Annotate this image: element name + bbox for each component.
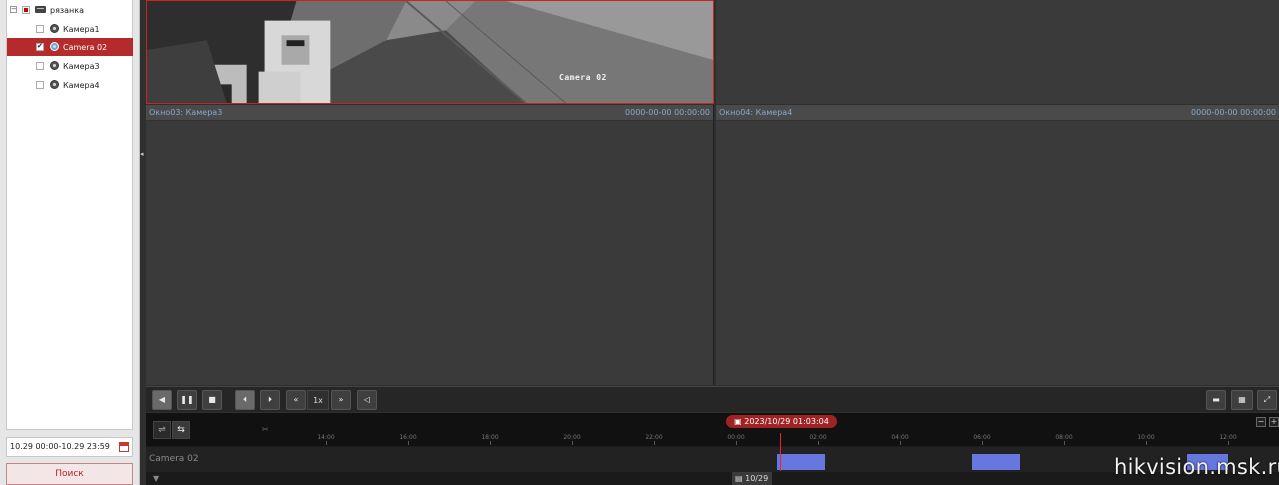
tree-root-row[interactable]: − рязанка (7, 1, 133, 19)
date-range-field[interactable]: 10.29 00:00-10.29 23:59 (6, 437, 133, 457)
playback-control-bar: ◀ ❚❚ ■ ⏴ ⏵ « 1x » ◁ ▬ ▦ ⤢ (146, 386, 1279, 412)
camera-label: Camera 02 (63, 42, 108, 52)
camera-image (147, 1, 713, 103)
window-header: Окно04: Камера4 0000-00-00 00:00:00 (716, 105, 1279, 121)
camera-checkbox[interactable] (36, 81, 44, 89)
collapse-panel-icon[interactable]: ◂ (140, 150, 145, 164)
window-timestamp: 0000-00-00 00:00:00 (625, 108, 710, 117)
window-title: Окно03: Камера3 (149, 108, 223, 117)
camera-checkbox[interactable] (36, 25, 44, 33)
tick-label: 08:00 (1055, 434, 1073, 441)
camera-icon (50, 24, 59, 33)
window-title: Окно04: Камера4 (719, 108, 793, 117)
tick-label: 12:00 (1219, 434, 1237, 441)
window-timestamp: 0000-00-00 00:00:00 (1191, 108, 1276, 117)
date-tab-text: 10/29 (745, 474, 769, 483)
camera-label: Камера4 (63, 80, 100, 90)
tick-label: 18:00 (481, 434, 499, 441)
camera-checkbox[interactable] (36, 42, 44, 51)
camera-tree: − рязанка Камера1 Camera 02 Камера3 (6, 0, 133, 430)
video-window-4[interactable]: Окно04: Камера4 0000-00-00 00:00:00 (716, 105, 1279, 385)
scissors-icon[interactable]: ✂ (262, 425, 269, 434)
search-button[interactable]: Поиск (6, 463, 133, 485)
camera-icon (50, 42, 59, 51)
tick-mark (490, 441, 491, 445)
zoom-in-icon[interactable]: + (1269, 417, 1279, 427)
camera-icon (50, 80, 59, 89)
recording-block[interactable] (777, 454, 825, 470)
camera-label: Камера1 (63, 24, 100, 34)
step-forward-button[interactable]: ⏵ (260, 390, 280, 410)
playback-app: − рязанка Камера1 Camera 02 Камера3 (0, 0, 1279, 485)
tick-label: 02:00 (809, 434, 827, 441)
timeline[interactable]: ⇌ ⇆ ✂ ▣ 2023/10/29 01:03:04 14:00 16:00 18… (146, 413, 1279, 485)
tick-mark (736, 441, 737, 445)
timeline-mode-icon[interactable]: ⇌ (153, 421, 171, 439)
tick-mark (900, 441, 901, 445)
zoom-out-icon[interactable]: − (1256, 417, 1266, 427)
speed-up-button[interactable]: » (331, 390, 351, 410)
pause-button[interactable]: ❚❚ (177, 390, 197, 410)
stop-button[interactable]: ■ (202, 390, 222, 410)
video-window-2[interactable] (716, 0, 1279, 104)
nvr-device-icon (35, 6, 46, 13)
tick-label: 22:00 (645, 434, 663, 441)
tick-mark (982, 441, 983, 445)
current-time-pill: ▣ 2023/10/29 01:03:04 (726, 415, 837, 428)
tick-label: 00:00 (727, 434, 745, 441)
calendar-icon: ▤ (735, 474, 746, 483)
camera-capture-icon[interactable]: ▬ (1206, 390, 1226, 410)
fullscreen-icon[interactable]: ⤢ (1257, 390, 1277, 410)
volume-icon[interactable]: ◁ (357, 390, 377, 410)
calendar-icon[interactable] (119, 442, 129, 452)
watermark: hikvision.msk.ru (1114, 455, 1279, 479)
tick-mark (1228, 441, 1229, 445)
filter-icon[interactable]: ▼ (153, 474, 159, 483)
timeline-track[interactable]: Camera 02 (146, 447, 1279, 472)
layout-icon[interactable]: ▦ (1231, 390, 1253, 410)
speed-indicator: 1x (307, 390, 329, 410)
tree-camera-row-selected[interactable]: Camera 02 (7, 38, 133, 56)
slow-down-button[interactable]: « (286, 390, 306, 410)
camera-label: Камера3 (63, 61, 100, 71)
left-panel: − рязанка Камера1 Camera 02 Камера3 (0, 0, 140, 485)
video-window-3[interactable]: Окно03: Камера3 0000-00-00 00:00:00 (146, 105, 714, 385)
timeline-ruler[interactable]: ⇌ ⇆ ✂ ▣ 2023/10/29 01:03:04 14:00 16:00 18… (146, 413, 1279, 446)
current-time-text: 2023/10/29 01:03:04 (744, 417, 829, 426)
tick-mark (818, 441, 819, 445)
tick-mark (326, 441, 327, 445)
step-back-button[interactable]: ⏴ (235, 390, 255, 410)
date-range-text: 10.29 00:00-10.29 23:59 (10, 442, 110, 451)
timeline-mode-active-icon[interactable]: ⇆ (172, 421, 190, 439)
tick-mark (1064, 441, 1065, 445)
tree-camera-row[interactable]: Камера3 (7, 57, 133, 75)
tick-label: 06:00 (973, 434, 991, 441)
tree-camera-row[interactable]: Камера4 (7, 76, 133, 94)
video-window-1[interactable]: Camera 02 (146, 0, 714, 104)
tick-label: 04:00 (891, 434, 909, 441)
tree-root-label: рязанка (50, 5, 85, 15)
timeline-footer: ▼ ▤ 10/29 (146, 472, 1279, 485)
timeline-cursor[interactable] (780, 433, 781, 471)
root-select-indicator-icon[interactable] (22, 6, 30, 14)
tick-label: 20:00 (563, 434, 581, 441)
tick-label: 14:00 (317, 434, 335, 441)
collapse-icon[interactable]: − (10, 6, 17, 13)
camera-icon (50, 61, 59, 70)
reverse-play-button[interactable]: ◀ (152, 390, 172, 410)
calendar-icon: ▣ (734, 417, 745, 426)
track-label: Camera 02 (149, 454, 199, 464)
tick-mark (408, 441, 409, 445)
tree-camera-row[interactable]: Камера1 (7, 20, 133, 38)
camera-osd-label: Camera 02 (559, 73, 607, 82)
window-header: Окно03: Камера3 0000-00-00 00:00:00 (146, 105, 713, 121)
tick-label: 10:00 (1137, 434, 1155, 441)
date-tab[interactable]: ▤ 10/29 (732, 472, 772, 485)
tick-label: 16:00 (399, 434, 417, 441)
camera-checkbox[interactable] (36, 62, 44, 70)
recording-block[interactable] (971, 454, 1020, 470)
tick-mark (654, 441, 655, 445)
tick-mark (1146, 441, 1147, 445)
tick-mark (572, 441, 573, 445)
